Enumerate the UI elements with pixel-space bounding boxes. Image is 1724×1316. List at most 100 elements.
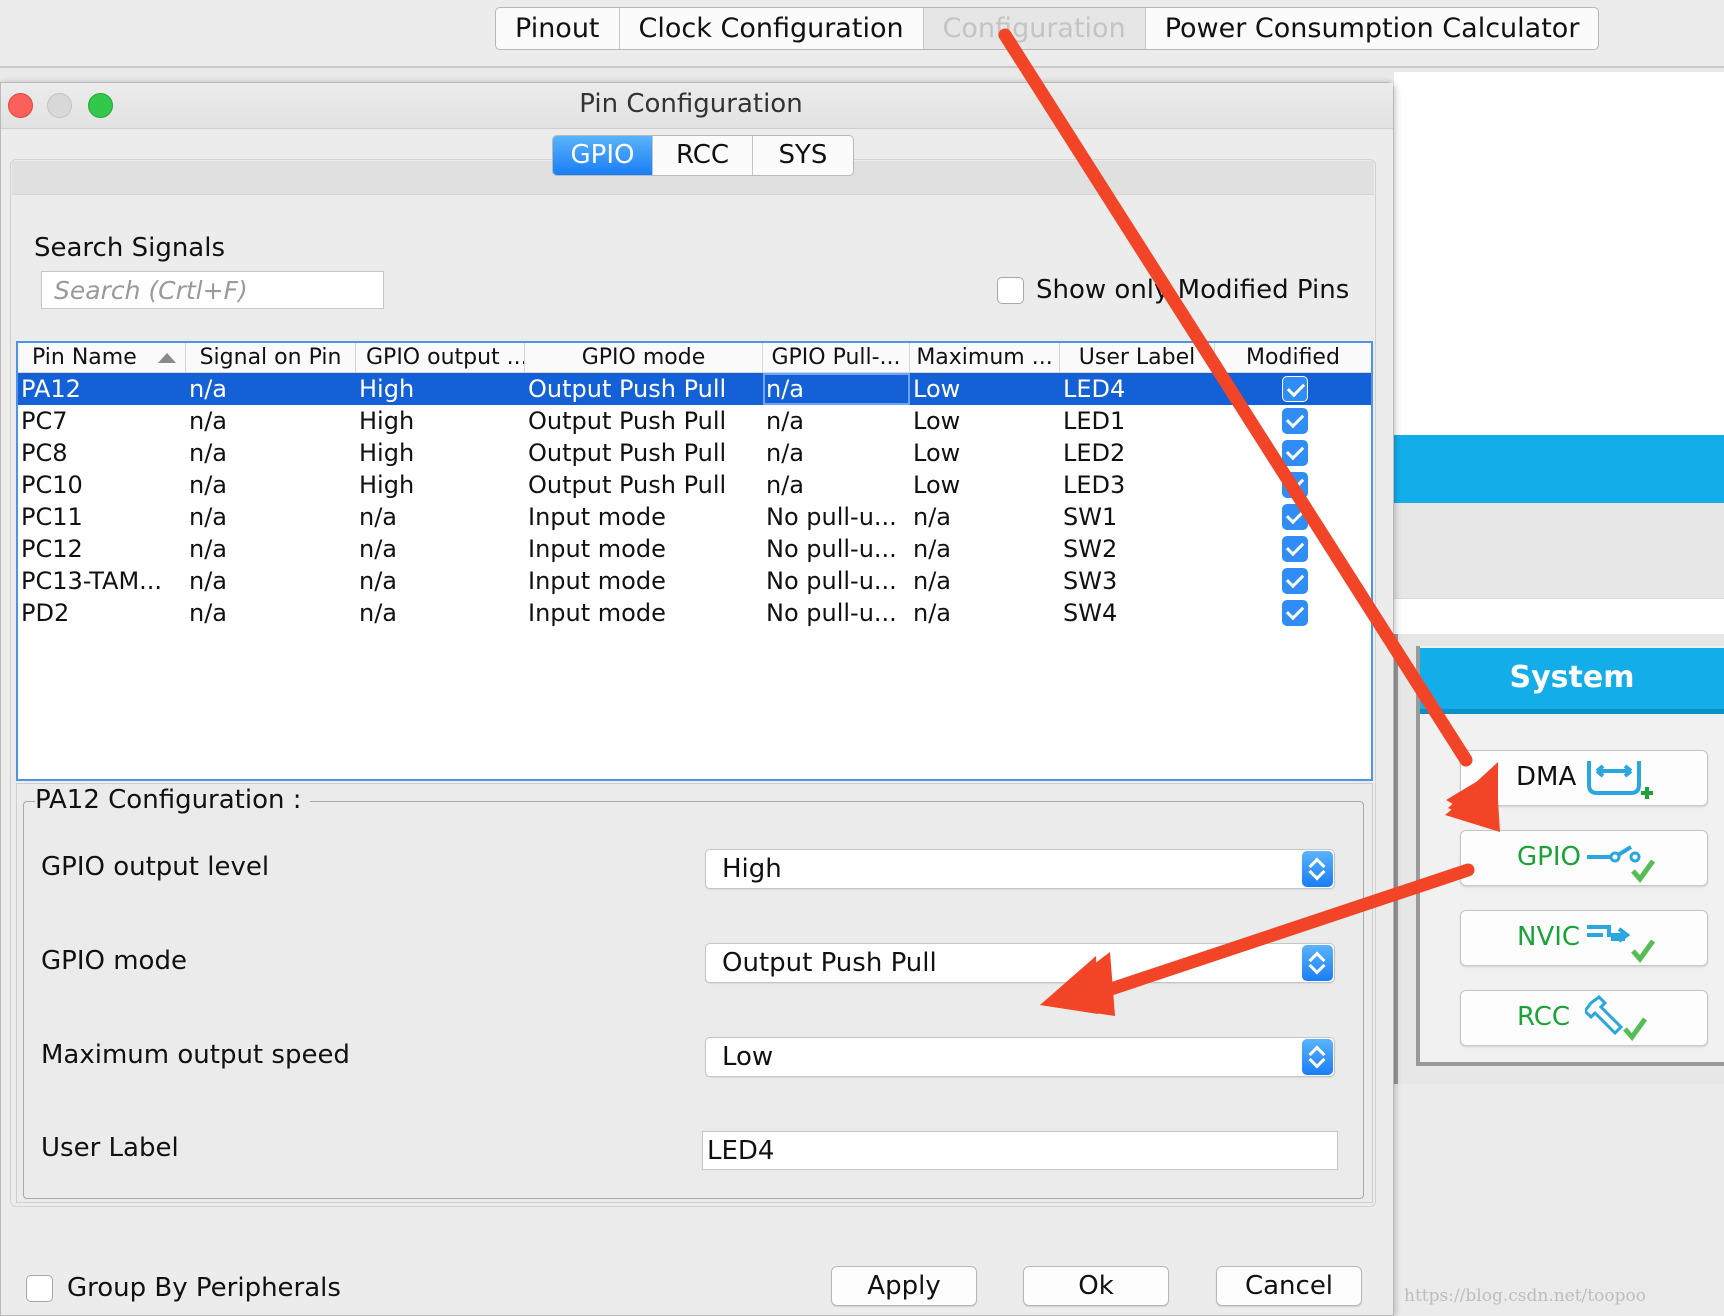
user-label-cell: LED3 xyxy=(1063,471,1126,499)
table-row[interactable]: PC12 n/a n/a Input mode No pull-u... n/a… xyxy=(18,533,1371,565)
gpio-mode-cell: Output Push Pull xyxy=(528,471,727,499)
modified-checkbox[interactable] xyxy=(1281,503,1308,530)
show-only-modified-label: Show only Modified Pins xyxy=(1036,275,1350,305)
tab-rcc[interactable]: RCC xyxy=(653,136,753,175)
gpio-mode-select[interactable]: Output Push Pull xyxy=(705,943,1335,983)
tab-pinout[interactable]: Pinout xyxy=(496,8,620,49)
max-speed-cell: Low xyxy=(913,375,961,403)
rcc-button[interactable]: RCC xyxy=(1460,990,1708,1046)
sort-ascending-icon xyxy=(157,353,176,363)
pin-name-cell: PC7 xyxy=(21,407,68,435)
tab-power-consumption-calculator[interactable]: Power Consumption Calculator xyxy=(1146,8,1599,49)
gpio-output-cell: n/a xyxy=(359,599,398,627)
gpio-output-level-select[interactable]: High xyxy=(705,849,1335,889)
modified-checkbox[interactable] xyxy=(1281,439,1308,466)
column-header-maximum[interactable]: Maximum ... xyxy=(910,343,1060,373)
gpio-icon xyxy=(1587,845,1656,884)
show-only-modified-checkbox[interactable] xyxy=(997,276,1024,304)
apply-button[interactable]: Apply xyxy=(831,1266,977,1306)
modified-cell xyxy=(1215,469,1371,501)
cancel-button[interactable]: Cancel xyxy=(1216,1266,1362,1306)
column-header-gpio-pull[interactable]: GPIO Pull-... xyxy=(763,343,910,373)
pin-name-cell: PA12 xyxy=(21,375,81,403)
table-row[interactable]: PD2 n/a n/a Input mode No pull-u... n/a … xyxy=(18,597,1371,629)
pin-table: Pin Name Signal on Pin GPIO output ... G… xyxy=(16,341,1373,781)
user-label-cell: SW3 xyxy=(1063,567,1118,595)
modified-cell xyxy=(1215,565,1371,597)
column-header-user-label[interactable]: User Label xyxy=(1060,343,1215,373)
main-tab-bar: Pinout Clock Configuration Configuration… xyxy=(495,7,1600,50)
group-by-peripherals-label: Group By Peripherals xyxy=(67,1273,341,1303)
table-row[interactable]: PC8 n/a High Output Push Pull n/a Low LE… xyxy=(18,437,1371,469)
column-header-gpio-mode[interactable]: GPIO mode xyxy=(525,343,763,373)
pin-name-cell: PC10 xyxy=(21,471,83,499)
tab-configuration[interactable]: Configuration xyxy=(923,8,1146,49)
gpio-output-cell: High xyxy=(359,375,415,403)
modified-checkbox[interactable] xyxy=(1281,407,1308,434)
table-row[interactable]: PC7 n/a High Output Push Pull n/a Low LE… xyxy=(18,405,1371,437)
tab-sys[interactable]: SYS xyxy=(753,136,853,175)
column-header-modified[interactable]: Modified xyxy=(1215,343,1371,373)
table-row[interactable]: PA12 n/a High Output Push Pull n/a Low L… xyxy=(18,373,1371,405)
gpio-pull-cell: n/a xyxy=(766,407,805,435)
gpio-output-cell: n/a xyxy=(359,503,398,531)
rcc-icon xyxy=(1585,995,1648,1042)
gpio-mode-cell: Input mode xyxy=(528,503,666,531)
search-input[interactable] xyxy=(41,271,384,309)
signal-cell: n/a xyxy=(189,535,228,563)
select-arrows-icon xyxy=(1302,1039,1333,1075)
max-speed-cell: n/a xyxy=(913,503,952,531)
gpio-button[interactable]: GPIO xyxy=(1460,830,1708,886)
user-label-cell: LED2 xyxy=(1063,439,1126,467)
dialog-title: Pin Configuration xyxy=(579,89,803,119)
modified-checkbox[interactable] xyxy=(1281,567,1308,594)
table-row[interactable]: PC10 n/a High Output Push Pull n/a Low L… xyxy=(18,469,1371,501)
watermark: https://blog.csdn.net/toopoo xyxy=(1404,1286,1646,1306)
search-signals-label: Search Signals xyxy=(34,233,226,263)
tab-clock-configuration[interactable]: Clock Configuration xyxy=(620,8,924,49)
modified-cell xyxy=(1215,533,1371,565)
modified-checkbox[interactable] xyxy=(1281,375,1308,402)
user-label-cell: SW1 xyxy=(1063,503,1118,531)
gpio-mode-cell: Input mode xyxy=(528,535,666,563)
select-arrows-icon xyxy=(1302,851,1333,887)
dma-button[interactable]: DMA xyxy=(1460,750,1708,806)
show-only-modified-option[interactable]: Show only Modified Pins xyxy=(997,275,1349,305)
tab-gpio[interactable]: GPIO xyxy=(553,136,653,175)
signal-cell: n/a xyxy=(189,407,228,435)
select-arrows-icon xyxy=(1302,945,1333,981)
gpio-output-cell: High xyxy=(359,471,415,499)
nvic-button[interactable]: NVIC xyxy=(1460,910,1708,966)
modified-checkbox[interactable] xyxy=(1281,471,1308,498)
gpio-output-level-value: High xyxy=(722,854,782,884)
pin-name-cell: PC13-TAM... xyxy=(21,567,163,595)
config-title: PA12 Configuration : xyxy=(35,785,310,815)
gpio-mode-cell: Output Push Pull xyxy=(528,439,727,467)
max-output-speed-select[interactable]: Low xyxy=(705,1037,1335,1077)
gpio-label: GPIO xyxy=(1517,842,1581,872)
nvic-icon xyxy=(1587,925,1656,964)
signal-cell: n/a xyxy=(189,439,228,467)
dma-label: DMA xyxy=(1516,762,1577,792)
user-label-cell: LED1 xyxy=(1063,407,1126,435)
modified-checkbox[interactable] xyxy=(1281,535,1308,562)
group-by-peripherals-checkbox[interactable] xyxy=(26,1274,53,1302)
pin-name-cell: PC8 xyxy=(21,439,68,467)
pin-configuration-dialog: Pin Configuration GPIO RCC SYS Search Si… xyxy=(0,82,1394,1316)
max-speed-cell: n/a xyxy=(913,599,952,627)
column-header-pin-name[interactable]: Pin Name xyxy=(18,343,186,373)
modified-checkbox[interactable] xyxy=(1281,599,1308,626)
gpio-mode-cell: Input mode xyxy=(528,567,666,595)
user-label-field[interactable] xyxy=(702,1131,1338,1170)
column-header-gpio-output[interactable]: GPIO output ... xyxy=(356,343,525,373)
ok-button[interactable]: Ok xyxy=(1023,1266,1169,1306)
max-speed-cell: Low xyxy=(913,471,961,499)
table-row[interactable]: PC11 n/a n/a Input mode No pull-u... n/a… xyxy=(18,501,1371,533)
gpio-output-cell: High xyxy=(359,407,415,435)
table-row[interactable]: PC13-TAM... n/a n/a Input mode No pull-u… xyxy=(18,565,1371,597)
gpio-mode-value: Output Push Pull xyxy=(722,948,937,978)
group-by-peripherals-option[interactable]: Group By Peripherals xyxy=(26,1273,341,1303)
column-header-signal[interactable]: Signal on Pin xyxy=(186,343,356,373)
gpio-mode-cell: Output Push Pull xyxy=(528,375,727,403)
modified-cell xyxy=(1215,597,1371,629)
